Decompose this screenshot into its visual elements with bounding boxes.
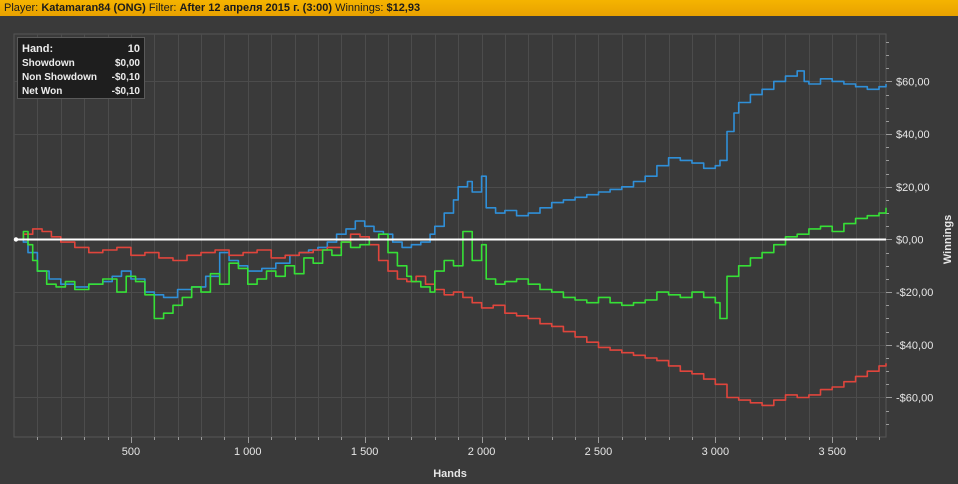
filter-label: Filter: [148, 2, 177, 14]
y-tick-label: $0,00 [896, 234, 924, 246]
stats-label: Hand: [22, 43, 54, 55]
x-tick-label: 3 500 [818, 446, 846, 458]
player-label: Player: [4, 2, 39, 14]
y-tick-label: $20,00 [896, 182, 930, 194]
hover-marker [13, 237, 19, 242]
stats-row: Net Won -$0,10 [22, 85, 140, 99]
x-tick-label: 3 000 [702, 446, 730, 458]
stats-label: Non Showdown [22, 72, 97, 83]
x-tick-label: 1 000 [234, 446, 262, 458]
y-tick-label: -$60,00 [896, 392, 933, 404]
stats-value: 10 [127, 43, 140, 55]
stats-value: -$0,10 [111, 86, 140, 97]
y-tick-label: $60,00 [896, 76, 930, 88]
stats-row: Showdown $0,00 [22, 57, 140, 71]
stats-label: Net Won [22, 86, 63, 97]
y-tick-label: -$20,00 [896, 287, 933, 299]
winnings-label: Winnings: [335, 2, 384, 14]
x-tick-label: 500 [122, 446, 140, 458]
hand-stats-tooltip: Hand: 10 Showdown $0,00 Non Showdown -$0,10 Ne… [17, 37, 145, 99]
filter-value: After 12 апреля 2015 г. (3:00) [179, 2, 333, 14]
y-tick-label: $40,00 [896, 129, 930, 141]
filter-header-bar: Player: Katamaran84 (ONG) Filter: After … [0, 0, 958, 16]
x-tick-label: 1 500 [351, 446, 379, 458]
x-tick-label: 2 000 [468, 446, 496, 458]
stats-row: Hand: 10 [22, 41, 140, 57]
x-axis-title: Hands [433, 468, 467, 480]
stats-value: -$0,10 [111, 72, 140, 83]
player-value: Katamaran84 (ONG) [41, 2, 146, 14]
y-axis-title: Winnings [942, 215, 954, 264]
stats-row: Non Showdown -$0,10 [22, 71, 140, 85]
winnings-value: $12,93 [386, 2, 421, 14]
stats-label: Showdown [22, 58, 75, 69]
x-tick-label: 2 500 [585, 446, 613, 458]
stats-value: $0,00 [114, 58, 140, 69]
y-tick-label: -$40,00 [896, 340, 933, 352]
